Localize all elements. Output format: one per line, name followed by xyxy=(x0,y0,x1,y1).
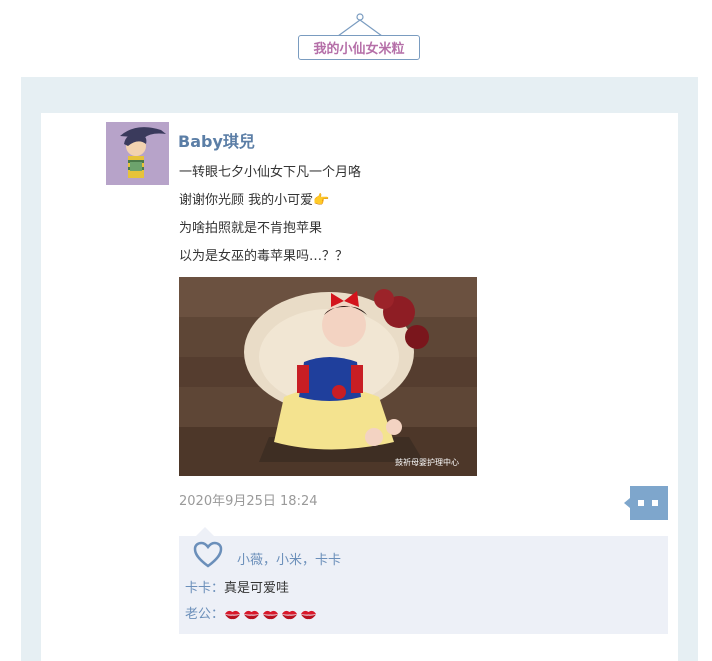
comment-row[interactable]: 卡卡：真是可爱哇 xyxy=(185,577,289,596)
lips-icon xyxy=(244,610,260,620)
lips-icon xyxy=(263,610,279,620)
likes-pointer xyxy=(196,527,214,536)
post-timestamp: 2020年9月25日 18:24 xyxy=(179,494,318,509)
comment-user[interactable]: 卡卡 xyxy=(185,581,211,596)
post-author[interactable]: Baby琪兒 xyxy=(178,128,255,152)
lips-icon xyxy=(225,610,241,620)
comment-separator: ： xyxy=(211,581,225,596)
post-text-line: 一转眼七夕小仙女下凡一个月咯 xyxy=(179,165,362,180)
heart-icon[interactable] xyxy=(193,541,223,569)
post-text-line: 为啥拍照就是不肯抱苹果 xyxy=(179,221,323,236)
post-text-line: 以为是女巫的毒苹果吗…？？ xyxy=(179,249,349,264)
lips-icon xyxy=(301,610,317,620)
lips-emoji-group xyxy=(224,607,319,622)
avatar[interactable] xyxy=(106,122,169,185)
comment-text: 真是可爱哇 xyxy=(224,581,290,596)
baby-photo-image xyxy=(179,277,477,476)
post-text-line: 谢谢你光顾 我的小可爱👉 xyxy=(179,193,330,208)
page-title: 我的小仙女米粒 xyxy=(298,35,420,60)
comment-separator: ： xyxy=(211,607,225,622)
more-icon[interactable] xyxy=(624,486,668,520)
photo-watermark: 鼓祈母婴护理中心 xyxy=(395,458,459,467)
comment-user[interactable]: 老公 xyxy=(185,607,211,622)
post-photo[interactable]: 鼓祈母婴护理中心 xyxy=(179,277,477,476)
lips-icon xyxy=(282,610,298,620)
liker-list[interactable]: 小薇，小米，卡卡 xyxy=(237,549,341,568)
comment-row[interactable]: 老公： xyxy=(185,603,319,622)
